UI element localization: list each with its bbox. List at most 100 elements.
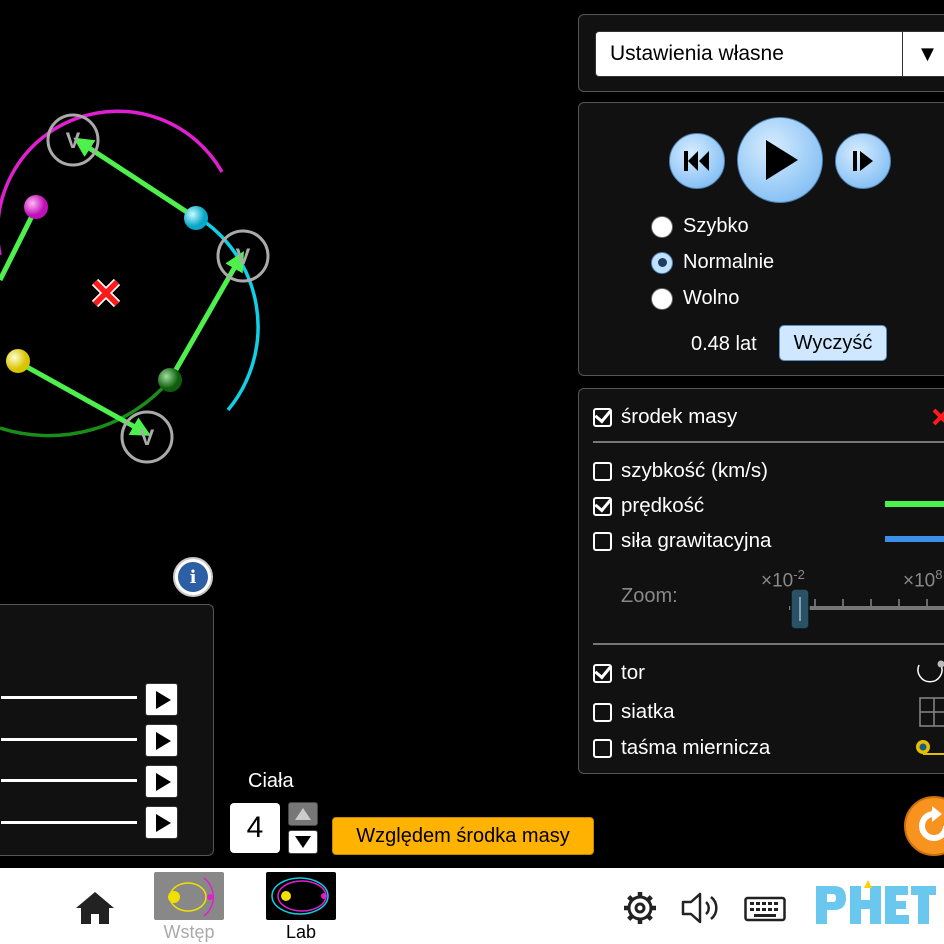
- speed-fast-label: Szybko: [683, 215, 749, 237]
- path-label: tor: [621, 661, 645, 684]
- body-green[interactable]: [158, 368, 182, 392]
- checkbox-unchecked[interactable]: [593, 531, 612, 551]
- grid-icon: [919, 697, 944, 727]
- speed-normal-radio[interactable]: Normalnie: [651, 251, 774, 274]
- time-value: 0.48: [691, 333, 730, 355]
- velocity-handle-yellow[interactable]: V: [120, 410, 174, 464]
- separator: [593, 643, 944, 645]
- mass-expand-button[interactable]: [145, 724, 178, 757]
- bodies-increment-button[interactable]: [288, 802, 318, 826]
- play-pause-button[interactable]: [737, 117, 823, 203]
- svg-text:V: V: [236, 244, 251, 269]
- checkbox-checked[interactable]: [593, 663, 612, 683]
- velocity-handle-green[interactable]: V: [216, 229, 270, 283]
- grid-checkbox[interactable]: siatka: [593, 700, 675, 724]
- keyboard-icon[interactable]: [744, 894, 786, 924]
- checkbox-checked[interactable]: [593, 496, 612, 516]
- force-legend-arrow-icon: [885, 536, 944, 542]
- mass-slider-track[interactable]: [1, 696, 137, 699]
- zoom-min-exp: -2: [793, 567, 805, 582]
- options-panel: środek masy szybkość (km/s) prędkość sił…: [578, 388, 944, 774]
- svg-text:V: V: [140, 425, 155, 450]
- separator: [593, 441, 944, 443]
- radio-dot[interactable]: [651, 215, 673, 238]
- speed-slow-radio[interactable]: Wolno: [651, 287, 739, 310]
- bodies-count: 4: [230, 803, 280, 853]
- center-of-mass-frame-button[interactable]: Względem środka masy: [332, 817, 594, 855]
- speed-slow-label: Wolno: [683, 287, 740, 309]
- step-forward-button[interactable]: [835, 133, 891, 189]
- speed-label: szybkość (km/s): [621, 459, 768, 482]
- screen-intro-label: Wstęp: [163, 922, 215, 942]
- radio-dot[interactable]: [651, 287, 673, 310]
- velocity-legend-arrow-icon: [885, 501, 944, 507]
- home-icon[interactable]: [74, 890, 116, 926]
- body-cyan[interactable]: [184, 206, 208, 230]
- radio-dot-selected[interactable]: [651, 251, 673, 274]
- speed-fast-radio[interactable]: Szybko: [651, 215, 749, 238]
- preset-selected: Ustawienia własne: [610, 42, 784, 65]
- mass-slider-track[interactable]: [1, 821, 137, 824]
- preset-panel: Ustawienia własne ▼: [578, 14, 944, 92]
- velocity-handle-cyan[interactable]: V: [46, 113, 100, 167]
- speed-normal-label: Normalnie: [683, 251, 775, 273]
- body-magenta[interactable]: [24, 195, 48, 219]
- settings-gear-icon[interactable]: [622, 890, 658, 926]
- svg-text:V: V: [66, 128, 81, 153]
- restart-icon: [684, 151, 709, 171]
- checkbox-unchecked[interactable]: [593, 702, 612, 722]
- preset-dropdown[interactable]: Ustawienia własne ▼: [595, 31, 944, 77]
- mass-slider-track[interactable]: [1, 779, 137, 782]
- velocity-label: prędkość: [621, 494, 705, 517]
- zoom-slider[interactable]: [785, 589, 944, 633]
- zoom-max-exp: 8: [935, 567, 943, 582]
- center-of-mass-checkbox[interactable]: środek masy: [593, 405, 737, 429]
- center-of-mass-label: środek masy: [621, 405, 738, 428]
- path-icon: [917, 660, 944, 683]
- center-of-mass-legend-icon: [932, 408, 944, 426]
- bodies-decrement-button[interactable]: [288, 830, 318, 854]
- bodies-label: Ciała: [248, 770, 294, 792]
- navigation-bar: Wstęp Lab: [0, 868, 944, 944]
- checkbox-unchecked[interactable]: [593, 738, 612, 758]
- velocity-checkbox[interactable]: prędkość: [593, 494, 704, 518]
- measuring-tape-label: taśma miernicza: [621, 736, 771, 759]
- clear-button[interactable]: Wyczyść: [779, 325, 887, 361]
- gravity-force-label: siła grawitacyjna: [621, 529, 772, 552]
- intro-screen-thumbnail: [154, 872, 224, 920]
- zoom-label: Zoom:: [621, 585, 678, 607]
- velocity-arrow-cyan[interactable]: [73, 137, 198, 221]
- velocity-arrow-yellow[interactable]: [16, 359, 151, 436]
- path-checkbox[interactable]: tor: [593, 661, 645, 685]
- mass-panel: [0, 604, 214, 856]
- grid-label: siatka: [621, 700, 675, 723]
- restart-button[interactable]: [669, 133, 725, 189]
- info-button[interactable]: i: [173, 557, 213, 597]
- body-yellow[interactable]: [6, 349, 30, 373]
- speed-checkbox[interactable]: szybkość (km/s): [593, 459, 768, 483]
- screen-lab-label: Lab: [285, 922, 317, 942]
- mass-expand-button[interactable]: [145, 683, 178, 716]
- mass-expand-button[interactable]: [145, 765, 178, 798]
- reset-all-button[interactable]: [904, 796, 944, 856]
- mass-slider-track[interactable]: [1, 738, 137, 741]
- sound-icon[interactable]: [680, 890, 722, 926]
- velocity-arrow-magenta[interactable]: [0, 206, 39, 282]
- checkbox-unchecked[interactable]: [593, 461, 612, 481]
- dropdown-triangle-icon[interactable]: ▼: [902, 32, 944, 76]
- checkbox-checked[interactable]: [593, 407, 612, 427]
- reset-icon: [919, 806, 944, 841]
- play-area[interactable]: V V V: [0, 0, 560, 600]
- triangle-down-icon: [295, 836, 311, 848]
- gravity-force-checkbox[interactable]: siła grawitacyjna: [593, 529, 771, 553]
- sim-area: V V V Ustawienia własne ▼ Szybko Normaln…: [0, 0, 944, 868]
- lab-screen-thumbnail: [266, 872, 336, 920]
- play-icon: [766, 140, 798, 180]
- time-unit: lat: [735, 333, 757, 355]
- playback-panel: Szybko Normalnie Wolno 0.48 lat Wyczyść: [578, 102, 944, 376]
- measuring-tape-checkbox[interactable]: taśma miernicza: [593, 736, 770, 760]
- magenta-path: [0, 109, 224, 255]
- phet-logo-icon[interactable]: [812, 878, 936, 934]
- info-icon: i: [178, 562, 208, 592]
- mass-expand-button[interactable]: [145, 806, 178, 839]
